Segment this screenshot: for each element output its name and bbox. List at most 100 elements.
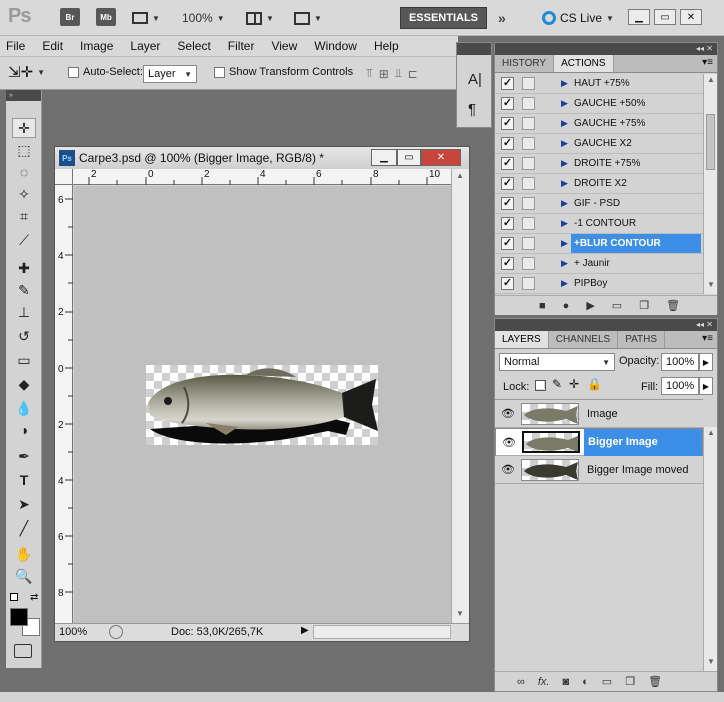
minimize-app-button[interactable]: ▁ <box>628 9 650 25</box>
move-tool-icon[interactable]: ✛ <box>12 118 36 138</box>
dialog-toggle[interactable] <box>522 217 535 230</box>
new-set-icon[interactable]: ▭ <box>612 299 622 312</box>
action-enable-checkbox[interactable]: ✓ <box>501 277 514 290</box>
action-row[interactable]: ✓ ▶ DROITE +75% <box>495 154 703 174</box>
ruler-origin[interactable] <box>55 169 73 185</box>
actions-scrollbar[interactable]: ▲ ▼ <box>703 74 717 294</box>
action-row-selected[interactable]: ✓ ▶ +BLUR CONTOUR <box>495 234 703 254</box>
expand-triangle-icon[interactable]: ▶ <box>561 238 568 249</box>
delete-icon[interactable]: 🗑 <box>666 299 680 312</box>
panel-dock-header[interactable] <box>457 43 491 55</box>
eye-icon[interactable]: 👁 <box>501 407 515 420</box>
status-zoom-icon[interactable] <box>109 625 123 639</box>
maximize-app-button[interactable]: ▭ <box>654 9 676 25</box>
path-selection-tool-icon[interactable]: ➤ <box>12 494 36 514</box>
close-document-button[interactable]: ✕ <box>421 149 461 166</box>
tab-layers[interactable]: LAYERS <box>495 331 549 348</box>
tab-history[interactable]: HISTORY <box>495 55 555 72</box>
screen-mode-button[interactable]: ▼ <box>294 8 322 28</box>
align-bottom-icon[interactable]: ⫫ <box>395 66 408 81</box>
align-top-icon[interactable]: ⫪ <box>366 66 379 81</box>
lasso-tool-icon[interactable]: ◌ <box>12 162 36 182</box>
opacity-slider-button[interactable]: ▶ <box>699 353 713 371</box>
menu-select[interactable]: Select <box>177 39 210 53</box>
expand-triangle-icon[interactable]: ▶ <box>561 278 568 289</box>
mini-bridge-button[interactable]: Mb <box>96 8 116 26</box>
tab-paths[interactable]: PATHS <box>618 331 666 348</box>
scroll-down-icon[interactable]: ▼ <box>707 657 715 666</box>
pen-tool-icon[interactable]: ✒ <box>12 446 36 466</box>
document-vertical-scrollbar[interactable]: ▲ ▼ <box>451 169 469 625</box>
menu-filter[interactable]: Filter <box>228 39 255 53</box>
panel-header[interactable]: ◂◂ ✕ <box>495 43 717 55</box>
eye-icon[interactable]: 👁 <box>502 436 516 449</box>
stop-recording-icon[interactable]: ■ <box>539 300 546 312</box>
workspace-essentials-button[interactable]: ESSENTIALS <box>400 7 487 29</box>
swap-colors-icon[interactable]: ⇄ <box>30 592 38 603</box>
document-canvas[interactable] <box>146 365 378 445</box>
zoom-level-dropdown[interactable]: 100% ▼ <box>182 8 225 28</box>
foreground-color-swatch[interactable] <box>10 608 28 626</box>
action-row[interactable]: ✓ ▶ GAUCHE X2 <box>495 134 703 154</box>
panel-menu-icon[interactable]: ▾≡ <box>702 57 713 68</box>
expand-triangle-icon[interactable]: ▶ <box>561 118 568 129</box>
document-horizontal-scrollbar[interactable] <box>313 625 451 639</box>
action-row[interactable]: ✓ ▶ GIF - PSD <box>495 194 703 214</box>
dialog-toggle[interactable] <box>522 137 535 150</box>
action-enable-checkbox[interactable]: ✓ <box>501 237 514 250</box>
dialog-toggle[interactable] <box>522 177 535 190</box>
scroll-up-icon[interactable]: ▲ <box>707 428 715 437</box>
expand-triangle-icon[interactable]: ▶ <box>561 198 568 209</box>
panel-header[interactable]: ◂◂ ✕ <box>495 319 717 331</box>
marquee-tool-icon[interactable]: ⬚ <box>12 140 36 160</box>
paragraph-panel-icon[interactable]: ¶ <box>468 101 476 118</box>
eye-icon[interactable]: 👁 <box>501 463 515 476</box>
action-enable-checkbox[interactable]: ✓ <box>501 217 514 230</box>
action-row[interactable]: ✓ ▶ DROITE X2 <box>495 174 703 194</box>
more-workspaces-icon[interactable]: » <box>498 8 506 28</box>
clone-stamp-tool-icon[interactable]: ⊥ <box>12 302 36 322</box>
quick-selection-tool-icon[interactable]: ✧ <box>12 184 36 204</box>
dialog-toggle[interactable] <box>522 277 535 290</box>
layer-row[interactable]: 👁 Image <box>495 400 703 428</box>
expand-triangle-icon[interactable]: ▶ <box>561 98 568 109</box>
action-enable-checkbox[interactable]: ✓ <box>501 197 514 210</box>
expand-triangle-icon[interactable]: ▶ <box>561 78 568 89</box>
default-colors-icon[interactable] <box>10 593 18 601</box>
tab-actions[interactable]: ACTIONS <box>554 55 614 72</box>
menu-file[interactable]: File <box>6 39 25 53</box>
scroll-down-icon[interactable]: ▼ <box>707 280 715 289</box>
type-tool-icon[interactable]: T <box>12 470 36 490</box>
minimize-document-button[interactable]: ▁ <box>371 149 397 166</box>
crop-tool-icon[interactable]: ⌗ <box>12 206 36 226</box>
action-enable-checkbox[interactable]: ✓ <box>501 77 514 90</box>
expand-triangle-icon[interactable]: ▶ <box>561 178 568 189</box>
tools-panel-header[interactable]: » <box>6 90 41 101</box>
action-row[interactable]: ✓ ▶ GAUCHE +50% <box>495 94 703 114</box>
action-row[interactable]: ✓ ▶ PIPBoy <box>495 274 703 294</box>
menu-image[interactable]: Image <box>80 39 113 53</box>
character-panel-icon[interactable]: A| <box>468 71 482 88</box>
lock-image-icon[interactable]: ✎ <box>552 377 562 391</box>
new-action-icon[interactable]: ❐ <box>639 299 649 312</box>
action-enable-checkbox[interactable]: ✓ <box>501 117 514 130</box>
menu-help[interactable]: Help <box>374 39 399 53</box>
vertical-ruler[interactable]: 6 4 2 0 2 4 6 8 <box>55 185 73 623</box>
action-enable-checkbox[interactable]: ✓ <box>501 177 514 190</box>
maximize-document-button[interactable]: ▭ <box>397 149 421 166</box>
scroll-thumb[interactable] <box>706 114 715 170</box>
dialog-toggle[interactable] <box>522 117 535 130</box>
menu-view[interactable]: View <box>271 39 297 53</box>
menu-layer[interactable]: Layer <box>130 39 160 53</box>
eraser-tool-icon[interactable]: ▭ <box>12 350 36 370</box>
action-row[interactable]: ✓ ▶ GAUCHE +75% <box>495 114 703 134</box>
play-icon[interactable]: ▶ <box>586 299 594 312</box>
scroll-down-icon[interactable]: ▼ <box>456 609 464 618</box>
arrange-documents-button[interactable]: ▼ <box>246 8 274 28</box>
lock-all-icon[interactable]: 🔒 <box>587 377 602 391</box>
dialog-toggle[interactable] <box>522 237 535 250</box>
layer-style-icon[interactable]: fx. <box>538 676 550 688</box>
line-tool-icon[interactable]: ╱ <box>12 518 36 538</box>
history-brush-tool-icon[interactable]: ↺ <box>12 326 36 346</box>
link-layers-icon[interactable]: ∞ <box>517 676 525 688</box>
